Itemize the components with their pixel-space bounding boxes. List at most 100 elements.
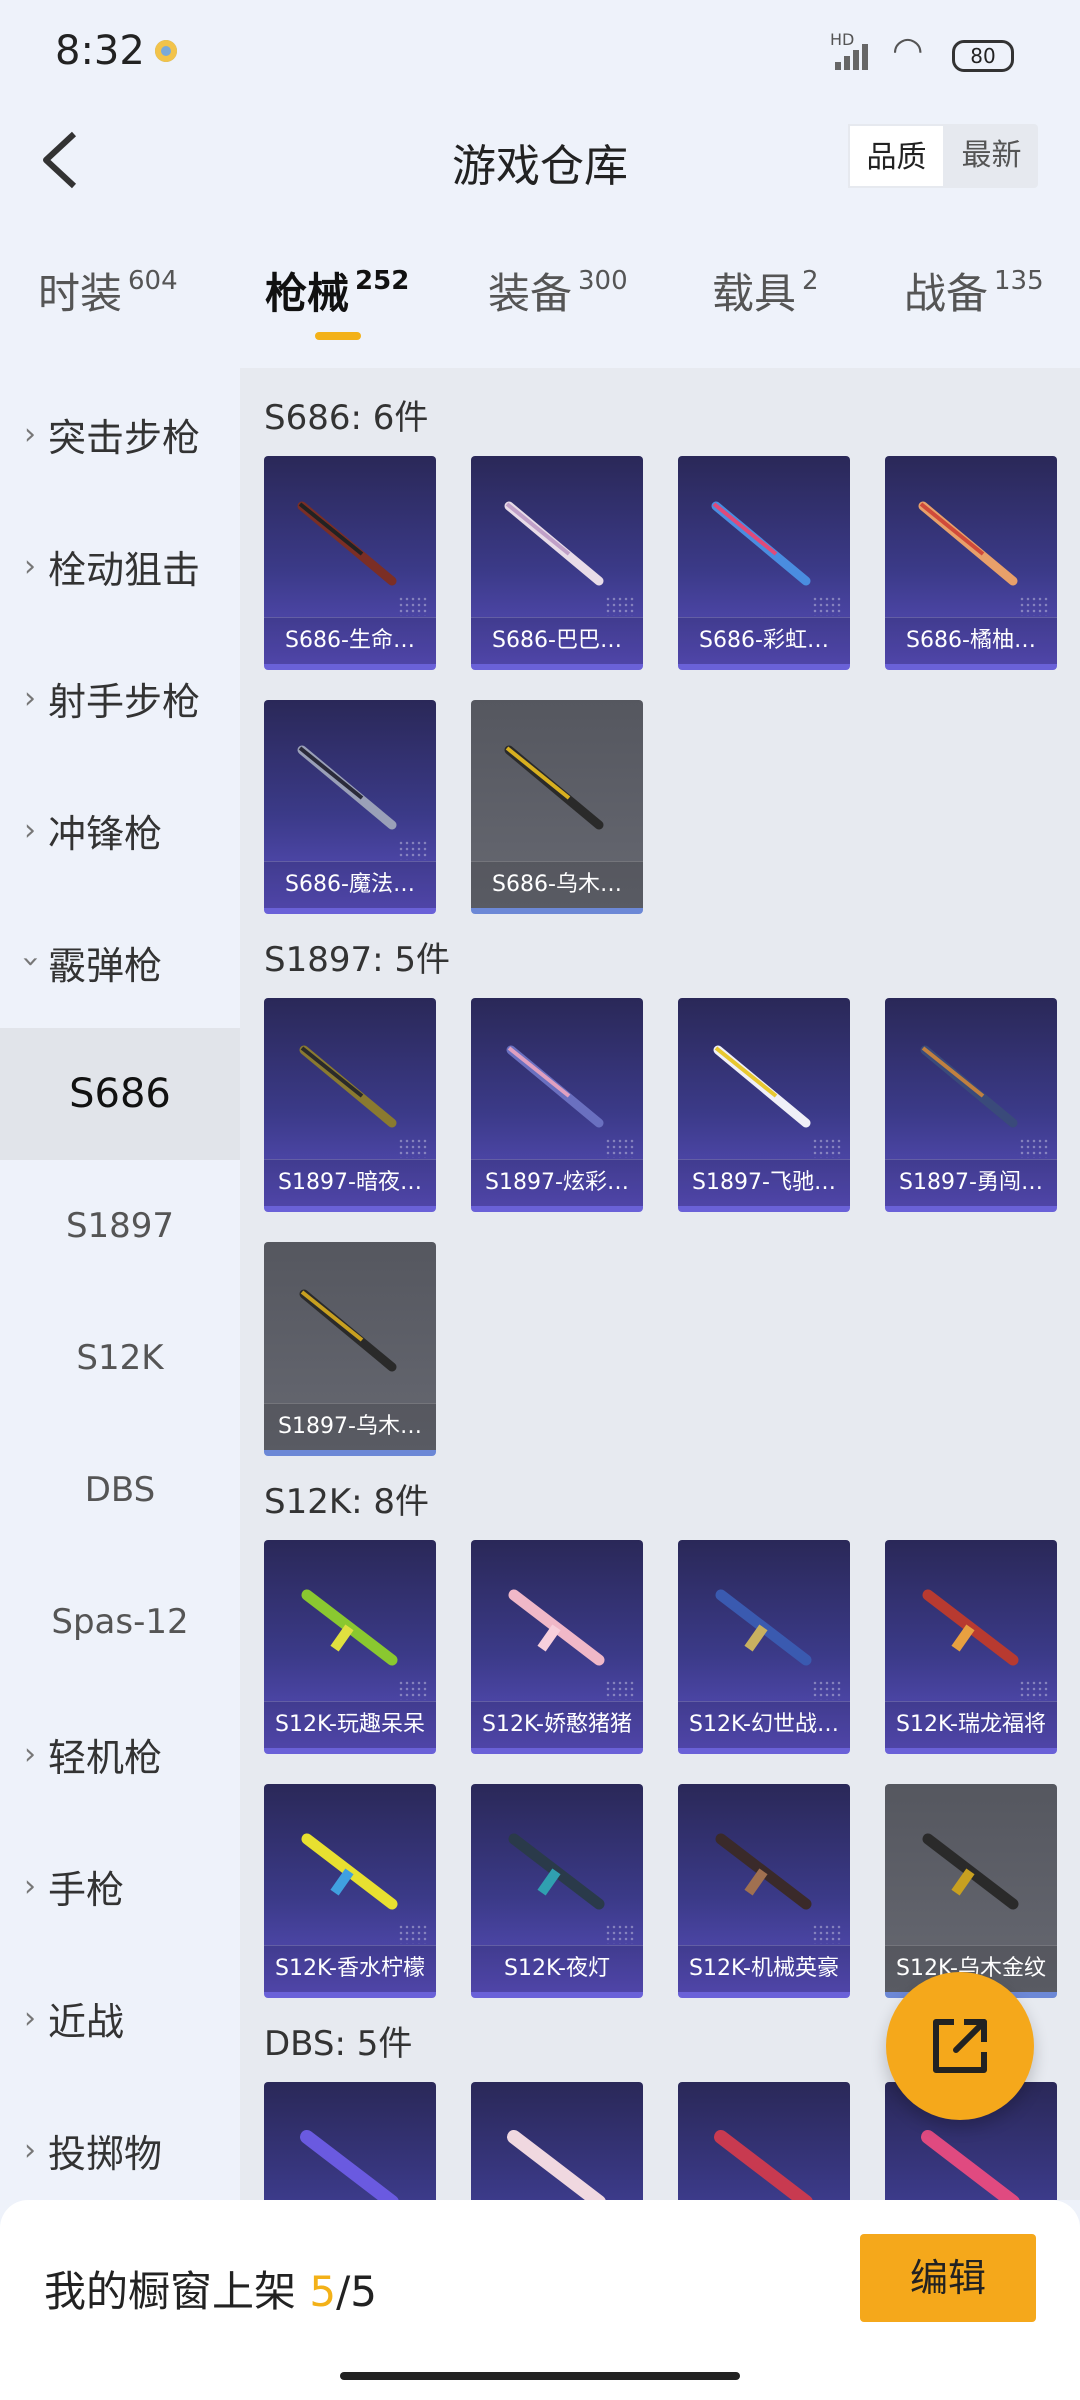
tab-guns[interactable]: 枪械 252 (265, 260, 410, 340)
skin-card[interactable]: S12K-夜灯 (471, 1784, 643, 1998)
skin-card[interactable]: S1897-暗夜… (264, 998, 436, 1212)
rifle-icon (715, 1833, 812, 1910)
tab-count: 252 (355, 266, 410, 296)
decoration (812, 1924, 842, 1944)
sidebar-sub-s1897[interactable]: S1897 (0, 1160, 240, 1292)
skin-card[interactable]: S12K-香水柠檬 (264, 1784, 436, 1998)
skin-card[interactable]: S12K-机械英豪 (678, 1784, 850, 1998)
sidebar-item-melee[interactable]: › 近战 (0, 1952, 240, 2084)
skin-card[interactable]: S12K-幻世战… (678, 1540, 850, 1754)
decoration (605, 1924, 635, 1944)
shotgun-icon (714, 2130, 813, 2200)
sort-newest[interactable]: 最新 (945, 124, 1038, 188)
sidebar-item-label: 轻机枪 (48, 1735, 163, 1780)
decoration (1019, 1680, 1049, 1700)
sidebar-item-label: 栓动狙击 (48, 547, 201, 592)
tab-gear[interactable]: 战备 135 (904, 260, 1044, 321)
shotgun-icon (713, 1045, 811, 1128)
showcase-label: 我的橱窗上架 (44, 2267, 297, 2316)
tab-count: 2 (802, 266, 819, 296)
skin-card[interactable]: S686-巴巴… (471, 456, 643, 670)
skin-card[interactable]: S686-生命… (264, 456, 436, 670)
skin-card[interactable]: S1897-飞驰… (678, 998, 850, 1212)
home-indicator[interactable] (340, 2372, 740, 2380)
shotgun-icon (297, 501, 397, 586)
decoration (398, 596, 428, 616)
skin-name: S686-彩虹… (678, 617, 850, 664)
sort-quality[interactable]: 品质 (848, 124, 945, 188)
skin-card[interactable]: S686-魔法… (264, 700, 436, 914)
skin-card[interactable]: S1897-勇闯… (885, 998, 1057, 1212)
edit-button[interactable]: 编辑 (860, 2234, 1036, 2322)
sidebar-sub-spas12[interactable]: Spas-12 (0, 1556, 240, 1688)
weapon-grid: S686: 6件 S686-生命… S686-巴巴… S686-彩虹… S686… (240, 368, 1080, 2200)
notification-icon (155, 40, 177, 62)
chevron-down-icon: › (13, 955, 49, 967)
tab-vehicles[interactable]: 载具 2 (712, 260, 819, 321)
chevron-right-icon: › (24, 2000, 36, 2036)
share-icon (933, 2019, 987, 2073)
skin-card[interactable]: S686-乌木… (471, 700, 643, 914)
showcase-total: /5 (336, 2267, 377, 2316)
rifle-icon (922, 1833, 1019, 1910)
chevron-right-icon: › (24, 680, 36, 716)
sidebar-item-pistol[interactable]: › 手枪 (0, 1820, 240, 1952)
sidebar-item-bolt-sniper[interactable]: › 栓动狙击 (0, 500, 240, 632)
rifle-icon (508, 1833, 605, 1910)
skin-card[interactable]: S686-橘柚… (885, 456, 1057, 670)
skin-card[interactable]: S12K-瑞龙福将 (885, 1540, 1057, 1754)
shotgun-icon (504, 501, 604, 586)
shotgun-icon (297, 745, 397, 830)
skin-name: S1897-暗夜… (264, 1159, 436, 1206)
rifle-icon (301, 1833, 398, 1910)
shotgun-icon (507, 2130, 606, 2200)
skin-card[interactable] (264, 2082, 436, 2200)
decoration (398, 840, 428, 860)
skin-card[interactable]: S1897-炫彩… (471, 998, 643, 1212)
skin-name: S1897-乌木… (264, 1403, 436, 1450)
tab-count: 135 (994, 266, 1044, 296)
chevron-right-icon: › (24, 2132, 36, 2168)
skin-card[interactable]: S12K-玩趣呆呆 (264, 1540, 436, 1754)
battery-icon: 80 (952, 40, 1014, 72)
sidebar-sub-dbs[interactable]: DBS (0, 1424, 240, 1556)
skin-name: S686-巴巴… (471, 617, 643, 664)
decoration (398, 1138, 428, 1158)
sidebar-item-assault-rifle[interactable]: › 突击步枪 (0, 368, 240, 500)
sidebar-item-shotgun[interactable]: › 霰弹枪 (0, 896, 240, 1028)
sidebar-item-dmr[interactable]: › 射手步枪 (0, 632, 240, 764)
decoration (605, 1680, 635, 1700)
sidebar-item-throwable[interactable]: › 投掷物 (0, 2084, 240, 2216)
skin-card[interactable]: S1897-乌木… (264, 1242, 436, 1456)
skin-card[interactable] (471, 2082, 643, 2200)
rifle-icon (715, 1589, 812, 1666)
status-time: 8:32 (55, 28, 145, 74)
tab-fashion[interactable]: 时装 604 (38, 260, 178, 321)
showcase-count: 我的橱窗上架 5/5 (44, 2258, 377, 2319)
tab-label: 战备 (904, 269, 989, 318)
skin-name: S686-魔法… (264, 861, 436, 908)
sidebar-item-smg[interactable]: › 冲锋枪 (0, 764, 240, 896)
skin-card[interactable]: S12K-乌木金纹 (885, 1784, 1057, 1998)
share-button[interactable] (886, 1972, 1034, 2120)
sidebar-item-lmg[interactable]: › 轻机枪 (0, 1688, 240, 1820)
chevron-right-icon: › (24, 548, 36, 584)
section-title: S686: 6件 (264, 398, 429, 438)
skin-name: S12K-香水柠檬 (264, 1945, 436, 1992)
skin-card[interactable] (678, 2082, 850, 2200)
tab-equipment[interactable]: 装备 300 (488, 260, 628, 321)
skin-name: S12K-夜灯 (471, 1945, 643, 1992)
sidebar-item-label: 霰弹枪 (48, 943, 163, 988)
sidebar-sub-s686[interactable]: S686 (0, 1028, 240, 1160)
section-title: S1897: 5件 (264, 940, 451, 980)
decoration (812, 596, 842, 616)
rifle-icon (301, 1589, 398, 1666)
rifle-icon (508, 1589, 605, 1666)
showcase-current: 5 (309, 2267, 337, 2316)
sidebar-item-label: 投掷物 (48, 2131, 163, 2176)
skin-card[interactable]: S686-彩虹… (678, 456, 850, 670)
decoration (812, 1680, 842, 1700)
sidebar-sub-s12k[interactable]: S12K (0, 1292, 240, 1424)
skin-card[interactable]: S12K-娇憨猪猪 (471, 1540, 643, 1754)
skin-name: S12K-玩趣呆呆 (264, 1701, 436, 1748)
